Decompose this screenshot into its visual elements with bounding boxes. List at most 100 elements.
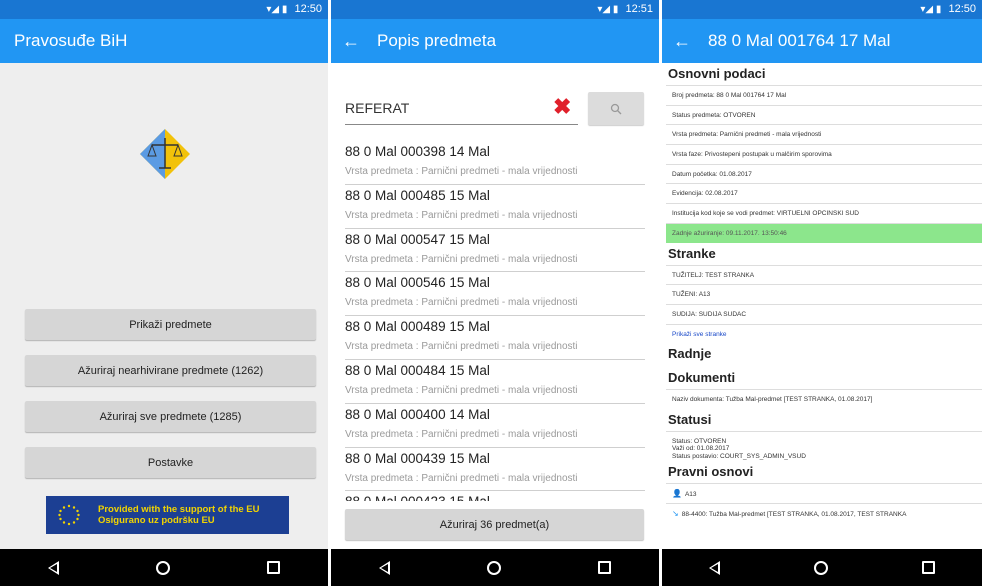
search-input[interactable]: REFERAT xyxy=(345,92,578,125)
case-type: Vrsta predmeta : Parnični predmeti - mal… xyxy=(345,472,578,484)
detail-row: Broj predmeta: 88 0 Mal 001764 17 Mal xyxy=(666,85,982,105)
case-number: 88 0 Mal 000398 14 Mal xyxy=(345,144,490,159)
list-item[interactable]: 88 0 Mal 000439 15 Mal Vrsta predmeta : P… xyxy=(345,448,645,492)
nav-bar xyxy=(331,549,659,586)
status-line: Status: OTVOREN xyxy=(672,437,727,445)
status-time: 12:50 xyxy=(294,3,322,15)
list-item-partial[interactable]: 88 0 Mal 000423 15 Mal xyxy=(345,491,645,501)
back-arrow-icon[interactable]: ← xyxy=(331,31,371,52)
home-nav-icon[interactable] xyxy=(814,560,828,575)
status-line: Status postavio: COURT_SYS_ADMIN_VSUD xyxy=(672,452,806,460)
case-type: Vrsta predmeta : Parnični predmeti - mal… xyxy=(345,384,578,396)
signal-battery-icon: ▾◢ ▮ xyxy=(266,4,288,15)
case-type: Vrsta predmeta : Parnični predmeti - mal… xyxy=(345,341,578,353)
section-basic-data: Osnovni podaci xyxy=(668,66,766,81)
case-type: Vrsta predmeta : Parnični predmeti - mal… xyxy=(345,166,578,177)
case-type: Vrsta predmeta : Parnični predmeti - mal… xyxy=(345,428,578,440)
back-arrow-icon[interactable]: ← xyxy=(662,31,702,52)
list-item[interactable]: 88 0 Mal 000489 15 Mal Vrsta predmeta : P… xyxy=(345,316,645,360)
case-number: 88 0 Mal 000439 15 Mal xyxy=(345,450,490,466)
detail-row: Vrsta predmeta: Parnični predmeti - mala… xyxy=(666,124,982,144)
status-bar: ▾◢ ▮ 12:51 xyxy=(331,0,659,19)
case-number: 88 0 Mal 000546 15 Mal xyxy=(345,275,490,291)
case-number: 88 0 Mal 000484 15 Mal xyxy=(345,362,490,378)
update-cases-button[interactable]: Ažuriraj 36 predmet(a) xyxy=(345,509,644,540)
eu-text-line2: Osigurano uz podršku EU xyxy=(98,515,215,526)
case-number: 88 0 Mal 000489 15 Mal xyxy=(345,319,490,335)
case-number: 88 0 Mal 000547 15 Mal xyxy=(345,231,490,247)
list-item[interactable]: 88 0 Mal 000398 14 Mal Vrsta predmeta : P… xyxy=(345,141,645,185)
status-time: 12:51 xyxy=(625,3,653,15)
list-item[interactable]: 88 0 Mal 000547 15 Mal Vrsta predmeta : P… xyxy=(345,229,645,273)
page-title: 88 0 Mal 001764 17 Mal xyxy=(708,31,891,50)
page-title: Popis predmeta xyxy=(377,31,497,50)
section-actions: Radnje xyxy=(668,346,712,362)
settings-button[interactable]: Postavke xyxy=(25,447,316,478)
show-cases-button[interactable]: Prikaži predmete xyxy=(25,309,316,340)
clear-icon[interactable]: ✖ xyxy=(553,96,571,118)
signal-battery-icon: ▾◢ ▮ xyxy=(920,4,942,15)
status-bar: ▾◢ ▮ 12:50 xyxy=(662,0,982,19)
app-bar: ← Popis predmeta xyxy=(331,19,659,63)
case-type: Vrsta predmeta : Parnični predmeti - mal… xyxy=(345,297,578,309)
eu-text-line1: Provided with the support of the EU xyxy=(98,504,260,515)
case-number: 88 0 Mal 000485 15 Mal xyxy=(345,187,490,203)
app-bar: Pravosuđe BiH xyxy=(0,19,328,63)
case-number: 88 0 Mal 000400 14 Mal xyxy=(345,406,490,422)
section-parties: Stranke xyxy=(668,245,716,261)
detail-row: Status predmeta: OTVOREN xyxy=(666,104,982,125)
case-list-screen: ▾◢ ▮ 12:51 ← Popis predmeta REFERAT ✖ 88… xyxy=(331,0,659,586)
search-button[interactable] xyxy=(588,92,644,125)
list-item[interactable]: 88 0 Mal 000546 15 Mal Vrsta predmeta : P… xyxy=(345,272,645,317)
case-list: 88 0 Mal 000398 14 Mal Vrsta predmeta : P… xyxy=(345,141,645,492)
recents-nav-icon[interactable] xyxy=(597,561,611,574)
list-item[interactable]: 88 0 Mal 000400 14 Mal Vrsta predmeta : P… xyxy=(345,404,645,448)
back-nav-icon[interactable] xyxy=(379,560,391,575)
nav-bar xyxy=(662,549,982,586)
status-bar: ▾◢ ▮ 12:50 xyxy=(0,0,328,19)
case-type: Vrsta predmeta : Parnični predmeti - mal… xyxy=(345,253,578,265)
recents-nav-icon[interactable] xyxy=(266,561,280,574)
legal-row: 👤 A13 xyxy=(666,482,982,503)
recents-nav-icon[interactable] xyxy=(922,561,935,574)
detail-row: Institucija kod koje se vodi predmet: VI… xyxy=(666,203,982,223)
back-nav-icon[interactable] xyxy=(48,560,60,575)
legal-row-text: 88-4400: Tužba Mal-predmet [TEST STRANKA… xyxy=(681,510,907,518)
home-nav-icon[interactable] xyxy=(155,560,170,575)
status-line: Važi od: 01.08.2017 xyxy=(672,445,730,453)
show-all-parties-link[interactable]: Prikaži sve stranke xyxy=(666,323,982,344)
update-all-button[interactable]: Ažuriraj sve predmete (1285) xyxy=(25,401,316,432)
case-type: Vrsta predmeta : Parnični predmeti - mal… xyxy=(345,209,578,221)
section-documents: Dokumenti xyxy=(668,370,736,386)
back-nav-icon[interactable] xyxy=(709,560,720,575)
party-row: SUDIJA: SUDIJA SUDAC xyxy=(666,303,982,324)
update-unarchived-button[interactable]: Ažuriraj nearhivirane predmete (1262) xyxy=(25,355,316,386)
legal-row: ↘ 88-4400: Tužba Mal-predmet [TEST STRANK… xyxy=(666,502,982,523)
party-row: TUŽENI: A13 xyxy=(666,284,982,304)
nav-bar xyxy=(0,549,328,586)
person-icon: 👤 xyxy=(672,488,682,498)
home-screen: ▾◢ ▮ 12:50 Pravosuđe BiH Prikaži predmet… xyxy=(0,0,328,586)
list-item[interactable]: 88 0 Mal 000484 15 Mal Vrsta predmeta : P… xyxy=(345,360,645,404)
document-row[interactable]: Naziv dokumenta: Tužba Mal-predmet [TEST… xyxy=(666,389,982,409)
signal-battery-icon: ▾◢ ▮ xyxy=(597,4,619,15)
eu-flag-icon xyxy=(50,500,88,530)
section-legal-basis: Pravni osnovi xyxy=(668,463,754,479)
detail-row: Vrsta faze: Privostepeni postupak u malč… xyxy=(666,144,982,164)
case-detail: Osnovni podaci Broj predmeta: 88 0 Mal 0… xyxy=(666,63,982,522)
list-item[interactable]: 88 0 Mal 000485 15 Mal Vrsta predmeta : P… xyxy=(345,185,645,229)
eu-banner: Provided with the support of the EU Osig… xyxy=(46,496,289,534)
search-icon xyxy=(610,103,622,114)
home-nav-icon[interactable] xyxy=(486,560,501,575)
document-icon: ↘ xyxy=(672,508,679,518)
section-statuses: Statusi xyxy=(668,411,712,427)
justice-logo-icon xyxy=(140,129,190,179)
detail-row: Evidencija: 02.08.2017 xyxy=(666,183,982,203)
app-bar: ← 88 0 Mal 001764 17 Mal xyxy=(662,19,982,63)
app-title: Pravosuđe BiH xyxy=(14,31,128,50)
last-update-row: Zadnje ažuriranje: 09.11.2017. 13:50:46 xyxy=(666,222,982,243)
status-row: Status: OTVOREN Važi od: 01.08.2017 Stat… xyxy=(666,430,982,461)
status-time: 12:50 xyxy=(948,3,976,15)
detail-row: Datum početka: 01.08.2017 xyxy=(666,163,982,184)
case-detail-screen: ▾◢ ▮ 12:50 ← 88 0 Mal 001764 17 Mal Osno… xyxy=(662,0,982,586)
